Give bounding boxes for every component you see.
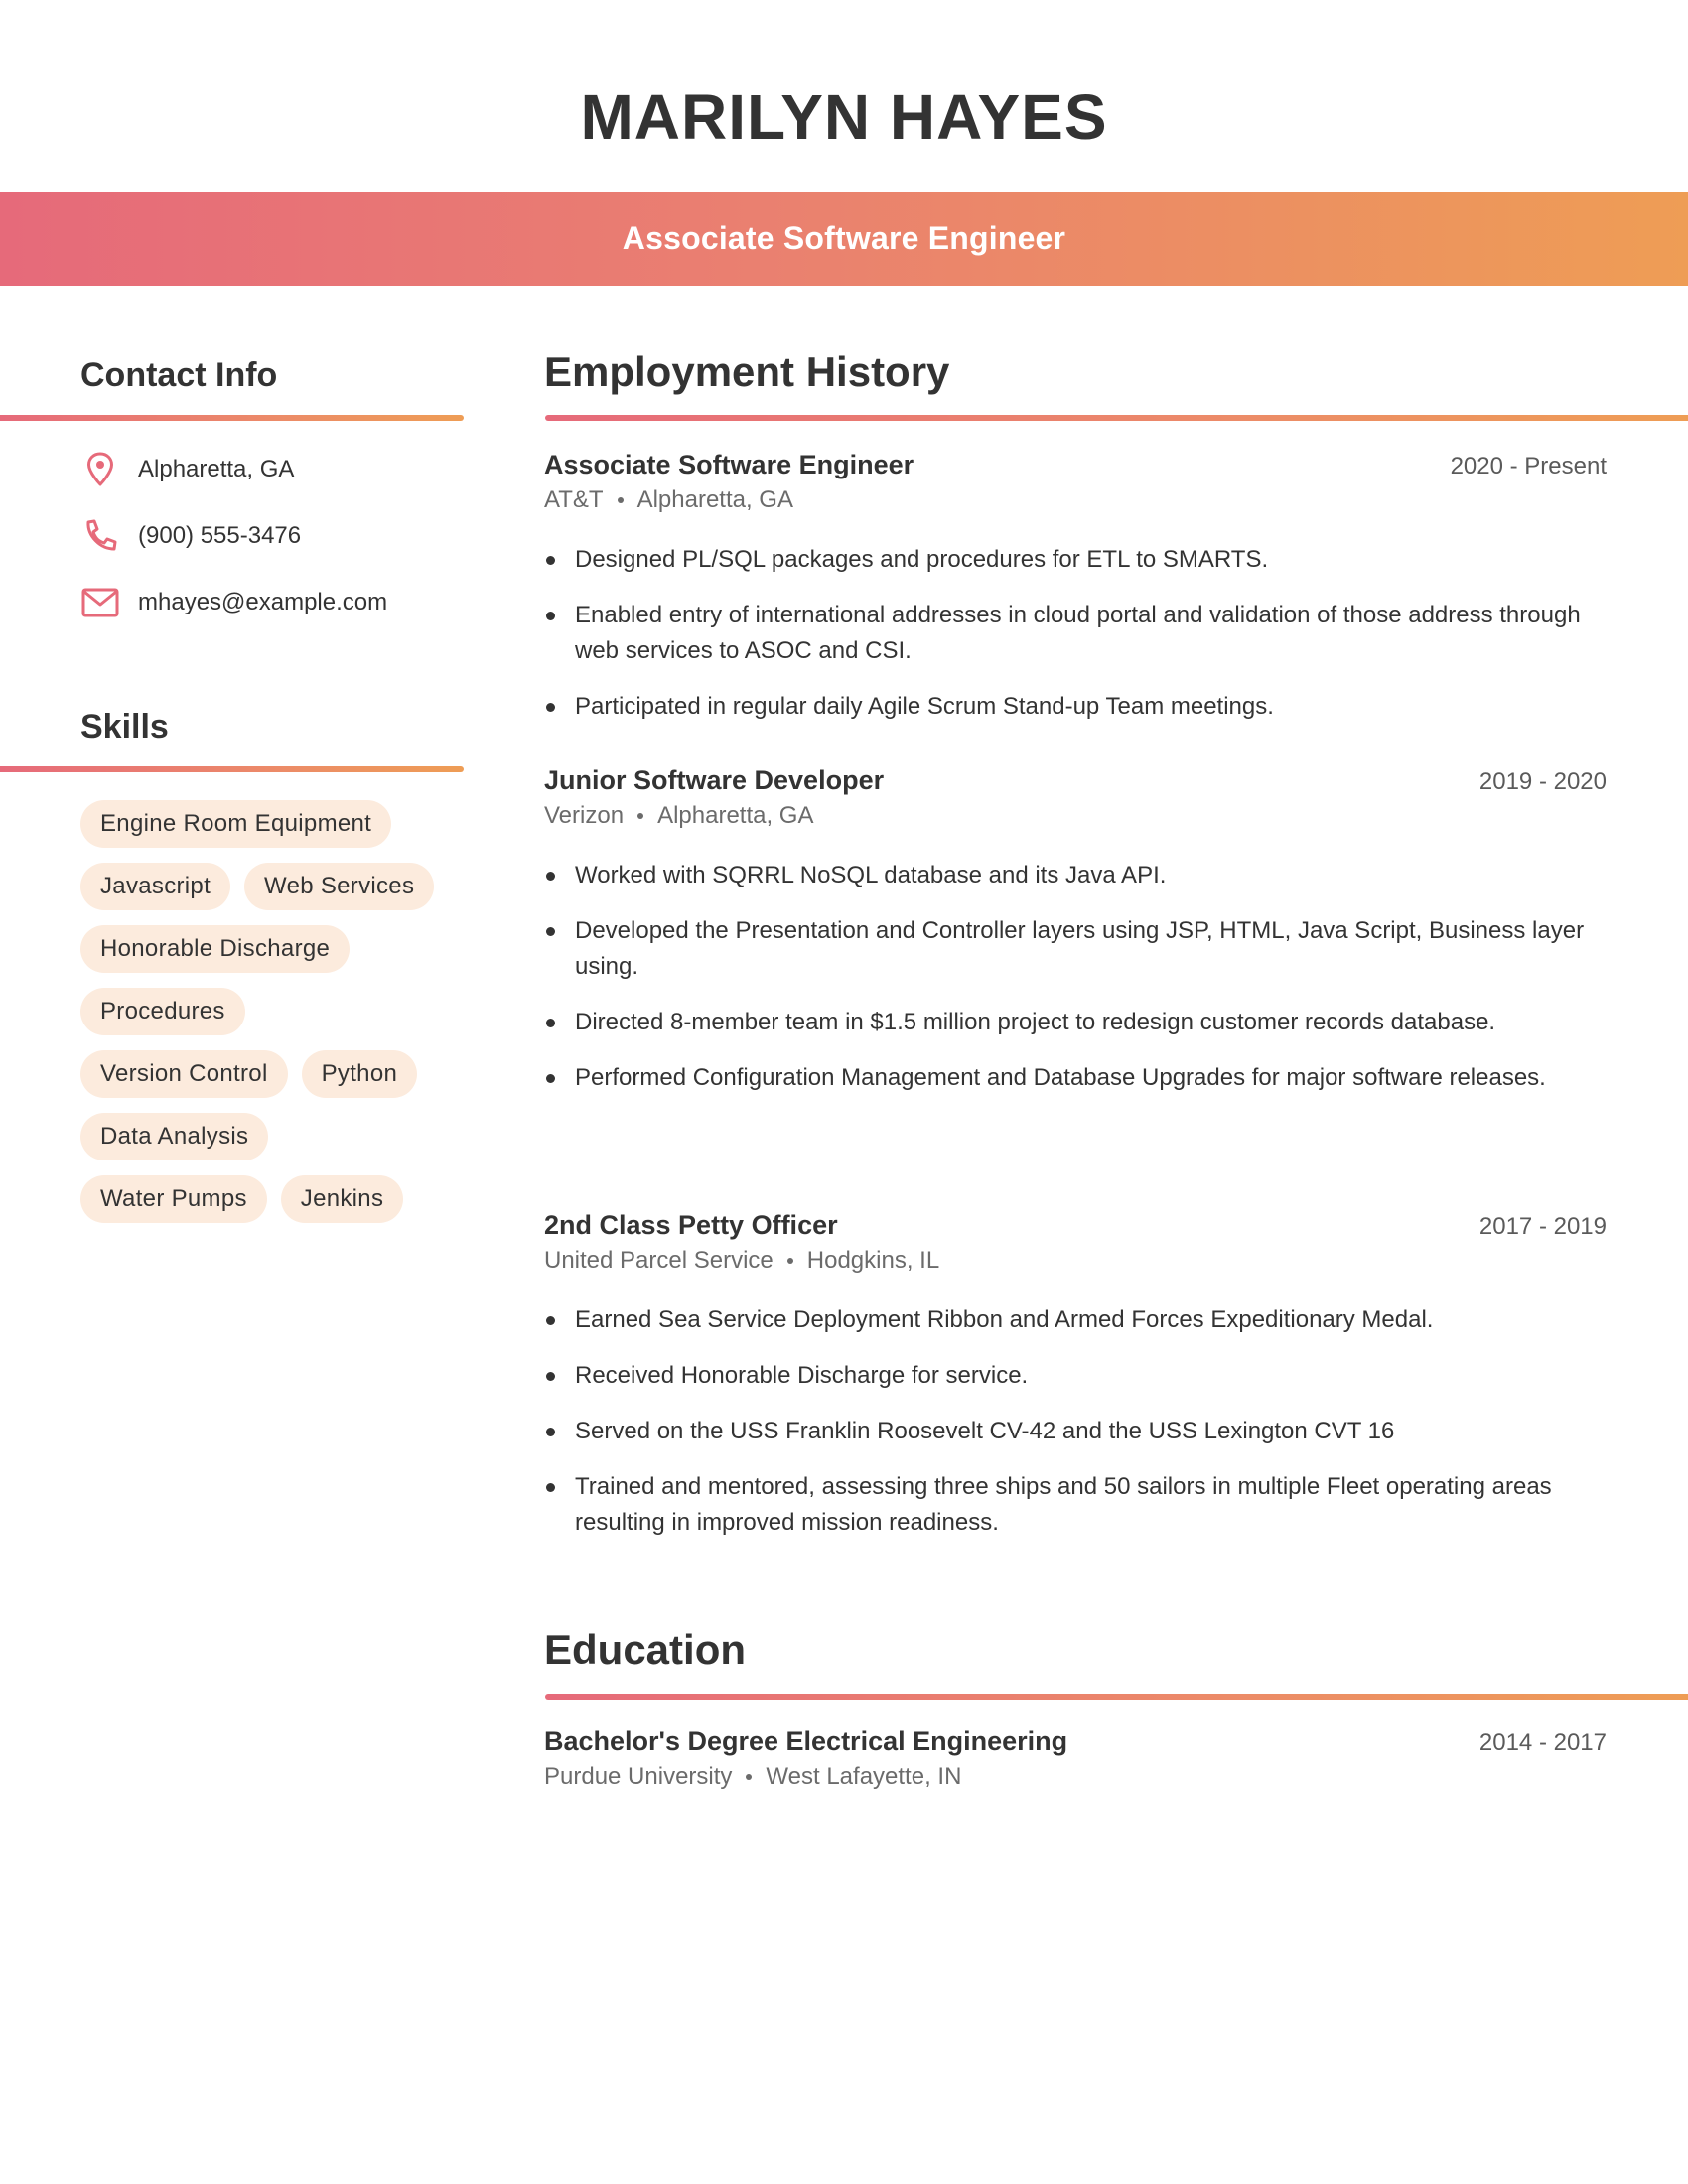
job-title: Associate Software Engineer [544,450,914,479]
bullet-item: Worked with SQRRL NoSQL database and its… [544,858,1607,893]
separator-dot [637,813,644,819]
job-entry: 2nd Class Petty Officer 2017 - 2019 Unit… [544,1210,1607,1561]
separator-dot [617,497,624,503]
skill-pill: Web Services [244,863,435,910]
job-title: Junior Software Developer [544,765,885,795]
bullet-item: Enabled entry of international addresses… [544,598,1607,669]
skill-pill: Water Pumps [80,1175,267,1223]
job-bullets: Worked with SQRRL NoSQL database and its… [544,858,1607,1096]
skill-pill: Python [301,1050,418,1098]
skills-divider [0,766,464,772]
separator-dot [786,1258,793,1264]
contact-heading: Contact Info [80,356,278,394]
bullet-item: Designed PL/SQL packages and procedures … [544,542,1607,578]
skill-pill: Honorable Discharge [80,925,351,973]
contact-email: mhayes@example.com [80,583,387,622]
school-location: West Lafayette, IN [766,1763,962,1790]
location-pin-icon [80,450,120,489]
education-heading: Education [544,1626,747,1673]
job-company: AT&T [544,486,604,513]
separator-dot [746,1774,753,1780]
job-title: 2nd Class Petty Officer [544,1210,838,1240]
degree-title: Bachelor's Degree Electrical Engineering [544,1726,1068,1756]
skill-pill: Data Analysis [80,1113,269,1160]
job-dates: 2020 - Present [1450,453,1607,479]
skill-pill: Javascript [80,863,231,910]
skills-list: Engine Room Equipment Javascript Web Ser… [80,800,458,1223]
job-entry: Associate Software Engineer 2020 - Prese… [544,450,1607,745]
contact-phone-text: (900) 555-3476 [138,522,302,549]
contact-location-text: Alpharetta, GA [138,456,295,482]
contact-phone: (900) 555-3476 [80,516,301,556]
email-icon [80,583,120,622]
employment-divider [545,415,1688,421]
job-location: Hodgkins, IL [806,1247,940,1274]
bullet-item: Directed 8-member team in $1.5 million p… [544,1005,1607,1040]
bullet-item: Developed the Presentation and Controlle… [544,913,1607,985]
bullet-item: Earned Sea Service Deployment Ribbon and… [544,1302,1607,1338]
skills-heading: Skills [80,708,169,746]
candidate-name: MARILYN HAYES [580,81,1108,153]
bullet-item: Received Honorable Discharge for service… [544,1358,1607,1394]
job-dates: 2019 - 2020 [1478,768,1607,795]
skill-pill: Version Control [80,1050,288,1098]
job-title: Associate Software Engineer [622,220,1066,256]
job-bullets: Designed PL/SQL packages and procedures … [544,542,1607,725]
bullet-item: Participated in regular daily Agile Scru… [544,689,1607,725]
skill-pill: Procedures [80,988,245,1035]
job-company: Verizon [544,802,625,829]
employment-heading: Employment History [544,348,950,395]
education-entry: Bachelor's Degree Electrical Engineering… [544,1726,1607,1791]
contact-email-text: mhayes@example.com [138,589,388,615]
job-company: United Parcel Service [544,1247,774,1274]
school-name: Purdue University [544,1763,733,1790]
bullet-item: Trained and mentored, assessing three sh… [544,1469,1607,1541]
contact-location: Alpharetta, GA [80,450,294,489]
education-dates: 2014 - 2017 [1478,1729,1607,1756]
skill-pill: Engine Room Equipment [80,800,392,848]
job-entry: Junior Software Developer 2019 - 2020 Ve… [544,765,1607,1116]
phone-icon [80,516,120,556]
job-location: Alpharetta, GA [636,486,793,513]
job-location: Alpharetta, GA [657,802,814,829]
bullet-item: Performed Configuration Management and D… [544,1060,1607,1096]
skill-pill: Jenkins [280,1175,404,1223]
bullet-item: Served on the USS Franklin Roosevelt CV-… [544,1414,1607,1449]
job-bullets: Earned Sea Service Deployment Ribbon and… [544,1302,1607,1541]
job-dates: 2017 - 2019 [1478,1213,1607,1240]
education-divider [545,1694,1688,1700]
title-banner: Associate Software Engineer [0,192,1688,286]
contact-divider [0,415,464,421]
